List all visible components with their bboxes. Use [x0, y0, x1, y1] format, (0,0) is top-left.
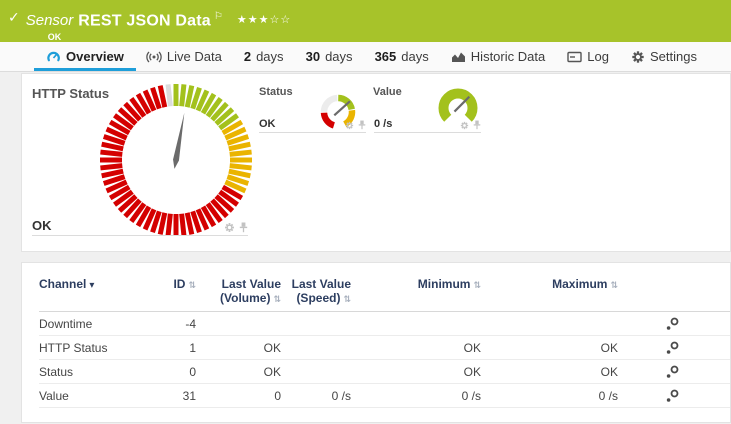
gauge-footer-status: OK	[259, 118, 366, 133]
channel-id: 1	[189, 340, 196, 355]
gear-icon	[631, 50, 645, 64]
table-header-row: Channel ▾ ID ⇅ Last Value (Volume) ⇅ Last V…	[39, 263, 730, 312]
gauge-value-status: OK	[259, 118, 276, 130]
column-header-last-value-volume[interactable]: Last Value (Volume) ⇅	[196, 263, 281, 312]
page-title: REST JSON Data	[78, 12, 211, 30]
chart-icon	[451, 50, 466, 63]
channel-minimum: 0 /s	[461, 388, 481, 403]
sort-icon: ⇅	[343, 294, 351, 304]
tab-overview[interactable]: Overview	[34, 42, 136, 71]
channel-settings-icon[interactable]	[666, 389, 679, 403]
gauge-footer-http-status: OK	[32, 218, 248, 236]
tab-historic-data[interactable]: Historic Data	[451, 42, 545, 71]
stars-empty: ☆☆	[269, 14, 292, 27]
table-row: HTTP Status 1 OK OK OK	[39, 336, 730, 360]
column-header-maximum[interactable]: Maximum ⇅	[481, 263, 618, 312]
column-header-channel[interactable]: Channel ▾	[39, 263, 171, 312]
channel-name[interactable]: Status	[39, 360, 171, 384]
table-row: Value 31 0 0 /s 0 /s 0 /s	[39, 384, 730, 408]
channel-last-value-speed	[281, 336, 351, 360]
channel-last-value-volume: OK	[263, 364, 281, 379]
channel-minimum: OK	[463, 364, 481, 379]
table-row: Status 0 OK OK OK	[39, 360, 730, 384]
gauge-pin-icon[interactable]	[239, 222, 248, 233]
table-row: Downtime -4	[39, 312, 730, 336]
gauge-icon	[46, 50, 61, 63]
channel-id: 31	[182, 388, 196, 403]
channel-maximum	[481, 312, 618, 336]
channel-table-panel: Channel ▾ ID ⇅ Last Value (Volume) ⇅ Last V…	[21, 262, 731, 423]
priority-stars[interactable]: ★★★☆☆	[237, 14, 291, 26]
tab-log[interactable]: Log	[567, 42, 609, 71]
gauge-title-status: Status	[259, 86, 293, 98]
channel-maximum: 0 /s	[598, 388, 618, 403]
log-icon	[567, 51, 582, 63]
gauge-settings-gear-icon[interactable]	[345, 121, 354, 130]
tab-settings[interactable]: Settings	[631, 42, 697, 71]
gauge-pin-icon[interactable]	[473, 120, 481, 130]
sensor-header: ✓ Sensor REST JSON Data ⚐ ★★★☆☆ OK	[0, 0, 731, 42]
column-header-id[interactable]: ID ⇅	[171, 263, 196, 312]
sort-desc-icon: ▾	[89, 280, 95, 291]
status-badge: OK	[47, 32, 62, 43]
column-header-minimum[interactable]: Minimum ⇅	[351, 263, 481, 312]
sort-icon: ⇅	[188, 280, 196, 290]
column-header-last-value-speed[interactable]: Last Value (Speed) ⇅	[281, 263, 351, 312]
channel-name[interactable]: HTTP Status	[39, 336, 171, 360]
broadcast-icon	[146, 51, 162, 63]
gauge-settings-gear-icon[interactable]	[460, 121, 469, 130]
channel-maximum: OK	[600, 340, 618, 355]
stars-filled: ★★★	[236, 14, 270, 27]
tab-live-data[interactable]: Live Data	[146, 42, 222, 71]
channel-last-value-speed: 0 /s	[331, 388, 351, 403]
active-tab-underline	[34, 68, 136, 71]
overview-panel: HTTP Status OK Status OK Value 0 /s	[21, 73, 731, 252]
channel-settings-icon[interactable]	[666, 365, 679, 379]
channel-name[interactable]: Value	[39, 384, 171, 408]
channel-last-value-speed	[281, 312, 351, 336]
gauge-value-value: 0 /s	[374, 118, 393, 130]
sort-icon: ⇅	[473, 280, 481, 290]
channel-last-value-volume: 0	[274, 388, 281, 403]
channel-maximum: OK	[600, 364, 618, 379]
channel-id: 0	[189, 364, 196, 379]
channel-settings-icon[interactable]	[666, 317, 679, 331]
channel-last-value-speed	[281, 360, 351, 384]
tab-365-days[interactable]: 365 days	[375, 42, 429, 71]
channel-minimum	[351, 312, 481, 336]
channel-table: Channel ▾ ID ⇅ Last Value (Volume) ⇅ Last V…	[39, 263, 730, 408]
channel-minimum: OK	[463, 340, 481, 355]
status-check-icon: ✓	[8, 9, 20, 25]
channel-id: -4	[185, 316, 196, 331]
channel-settings-icon[interactable]	[666, 341, 679, 355]
tab-2-days[interactable]: 2 days	[244, 42, 284, 71]
tab-bar: Overview Live Data 2 days 30 days 365 da…	[0, 42, 731, 72]
tab-30-days[interactable]: 30 days	[306, 42, 353, 71]
channel-name[interactable]: Downtime	[39, 312, 171, 336]
sort-icon: ⇅	[610, 280, 618, 290]
gauge-footer-value: 0 /s	[374, 118, 481, 133]
flag-icon[interactable]: ⚐	[214, 11, 223, 22]
gauge-settings-gear-icon[interactable]	[224, 222, 235, 233]
channel-last-value-volume	[196, 312, 281, 336]
gauge-value-http-status: OK	[32, 218, 52, 233]
channel-last-value-volume: OK	[263, 340, 281, 355]
gauge-pin-icon[interactable]	[358, 120, 366, 130]
sensor-kind-label: Sensor	[25, 12, 74, 30]
sort-icon: ⇅	[273, 294, 281, 304]
gauge-title-value: Value	[373, 86, 402, 98]
